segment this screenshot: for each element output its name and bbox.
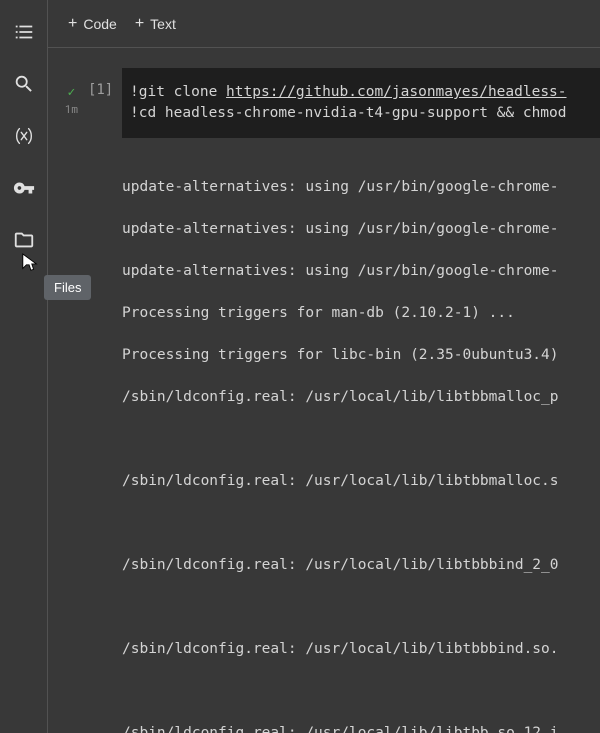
variables-icon[interactable]	[12, 124, 36, 148]
check-icon: ✓	[67, 82, 75, 100]
cell-area: ✓ 1m [1] !git clone https://github.com/j…	[48, 48, 600, 733]
toc-icon[interactable]	[12, 20, 36, 44]
folder-icon[interactable]	[12, 228, 36, 252]
files-tooltip: Files	[44, 275, 91, 300]
search-icon[interactable]	[12, 72, 36, 96]
plus-icon: +	[68, 15, 77, 33]
add-text-button[interactable]: + Text	[135, 15, 176, 33]
cell-number: [1]	[88, 82, 113, 98]
main-area: + Code + Text ✓ 1m [1] !git clone https:…	[48, 0, 600, 733]
code-input[interactable]: !git clone https://github.com/jasonmayes…	[122, 68, 600, 138]
repo-url[interactable]: https://github.com/jasonmayes/headless-	[226, 84, 566, 100]
cell-output: update-alternatives: using /usr/bin/goog…	[122, 156, 600, 733]
code-cell: ✓ 1m [1] !git clone https://github.com/j…	[48, 68, 600, 733]
text-label: Text	[150, 16, 176, 32]
cell-content: !git clone https://github.com/jasonmayes…	[122, 68, 600, 733]
toolbar: + Code + Text	[48, 0, 600, 48]
add-code-button[interactable]: + Code	[68, 15, 117, 33]
key-icon[interactable]	[12, 176, 36, 200]
cursor-icon	[21, 252, 39, 278]
plus-icon: +	[135, 15, 144, 33]
sidebar	[0, 0, 48, 733]
cell-gutter: ✓ 1m [1]	[56, 68, 122, 733]
code-label: Code	[83, 16, 116, 32]
exec-time: 1m	[65, 101, 78, 116]
